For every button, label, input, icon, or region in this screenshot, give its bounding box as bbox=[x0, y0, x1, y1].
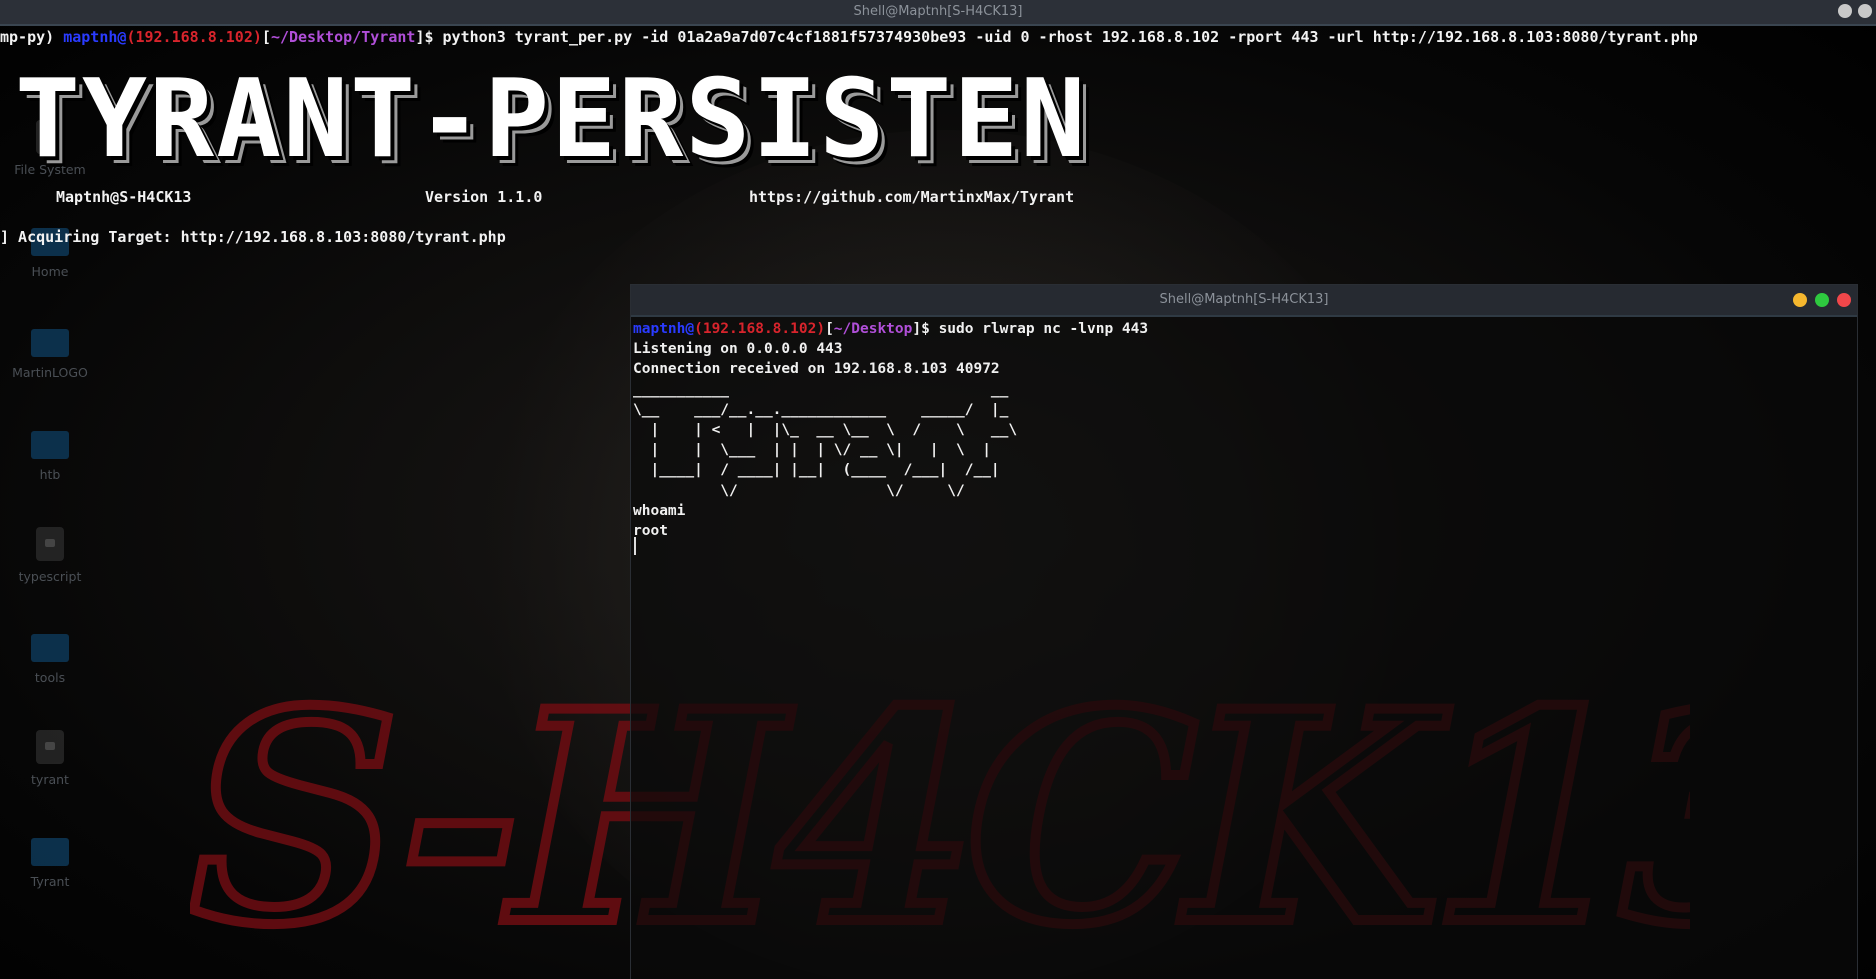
desktop-icon-htb[interactable]: htb bbox=[0, 431, 100, 482]
command-text: python3 tyrant_per.py -id 01a2a9a7d07c4c… bbox=[442, 28, 1698, 46]
folder-icon bbox=[31, 329, 69, 357]
ascii-art-line: \/ \/ \/ bbox=[633, 482, 965, 499]
output-line: Listening on 0.0.0.0 443 bbox=[633, 341, 843, 358]
maximize-button[interactable] bbox=[1815, 293, 1829, 307]
desktop-icon-tools[interactable]: tools bbox=[0, 634, 100, 685]
banner-repo-url: https://github.com/MartinxMax/Tyrant bbox=[749, 188, 1075, 206]
ascii-art-line: ___________ __ bbox=[633, 381, 1009, 398]
ascii-banner: TYRANT-PERSISTEN bbox=[15, 57, 1088, 182]
output-line: Connection received on 192.168.8.103 409… bbox=[633, 361, 1000, 378]
file-icon bbox=[36, 527, 64, 561]
minimize-button[interactable] bbox=[1838, 4, 1852, 18]
prompt-path-open: [ bbox=[261, 28, 271, 46]
banner-author: Maptnh@S-H4CK13 bbox=[56, 188, 192, 206]
top-command-line: mp-py) maptnh@(192.168.8.102)[~/Desktop/… bbox=[0, 27, 1698, 47]
prompt-user: maptnh@ bbox=[63, 28, 127, 46]
file-icon bbox=[36, 730, 64, 764]
env-prefix: mp-py) bbox=[0, 28, 64, 46]
ascii-art-line: | | \___ | | | \/ __ \| | \ | bbox=[633, 442, 991, 459]
listener-window-titlebar[interactable]: Shell@Maptnh[S-H4CK13] bbox=[631, 285, 1857, 315]
prompt-user: maptnh@ bbox=[633, 321, 695, 337]
close-button[interactable] bbox=[1837, 293, 1851, 307]
ascii-art-line: \__ ___/__.__.____________ _____/ |_ bbox=[633, 401, 1009, 418]
prompt-host: (192.168.8.102) bbox=[126, 28, 262, 46]
desktop-icon-typescript[interactable]: typescript bbox=[0, 527, 100, 584]
top-window-title: Shell@Maptnh[S-H4CK13] bbox=[853, 4, 1023, 19]
desktop: S-H4CK13 Shell@Maptnh[S-H4CK13] mp-py) m… bbox=[0, 0, 1876, 979]
desktop-icon-tyrant-folder[interactable]: Tyrant bbox=[0, 838, 100, 889]
prompt-host: (192.168.8.102) bbox=[694, 321, 826, 337]
status-line: ] Acquiring Target: http://192.168.8.103… bbox=[0, 228, 506, 246]
folder-icon bbox=[31, 634, 69, 662]
prompt-path: ~/Desktop/Tyrant bbox=[270, 28, 416, 46]
folder-icon bbox=[31, 431, 69, 459]
top-window-titlebar[interactable]: Shell@Maptnh[S-H4CK13] bbox=[0, 0, 1876, 26]
listener-output: maptnh@(192.168.8.102)[~/Desktop]$ sudo … bbox=[633, 319, 1148, 541]
ascii-art-line: |____| / ____| |__| (____ /___| /__| bbox=[633, 462, 1000, 479]
command-text: sudo rlwrap nc -lvnp 443 bbox=[938, 321, 1149, 337]
terminal-window-listener[interactable]: Shell@Maptnh[S-H4CK13] maptnh@(192.168.8… bbox=[630, 284, 1858, 979]
folder-icon bbox=[31, 838, 69, 866]
desktop-icon-martinlogo[interactable]: MartinLOGO bbox=[0, 329, 100, 380]
desktop-icon-tyrant-file[interactable]: tyrant bbox=[0, 730, 100, 787]
ascii-art-line: | | < | |\_ __ \__ \ / \ __\ bbox=[633, 422, 1018, 439]
titlebar-divider bbox=[631, 315, 1857, 317]
prompt-path-close: ]$ bbox=[415, 28, 443, 46]
prompt-path: ~/Desktop bbox=[833, 321, 913, 337]
text-cursor[interactable] bbox=[634, 537, 636, 555]
banner-version: Version 1.1.0 bbox=[425, 188, 543, 206]
minimize-button[interactable] bbox=[1793, 293, 1807, 307]
output-line: root bbox=[633, 523, 668, 540]
prompt-path-close: ]$ bbox=[912, 321, 939, 337]
close-button[interactable] bbox=[1858, 4, 1872, 18]
prompt-path-open: [ bbox=[825, 321, 834, 337]
listener-prompt-line: maptnh@(192.168.8.102)[~/Desktop]$ sudo … bbox=[633, 319, 1148, 339]
output-line: whoami bbox=[633, 502, 686, 519]
listener-window-title: Shell@Maptnh[S-H4CK13] bbox=[1159, 292, 1329, 307]
